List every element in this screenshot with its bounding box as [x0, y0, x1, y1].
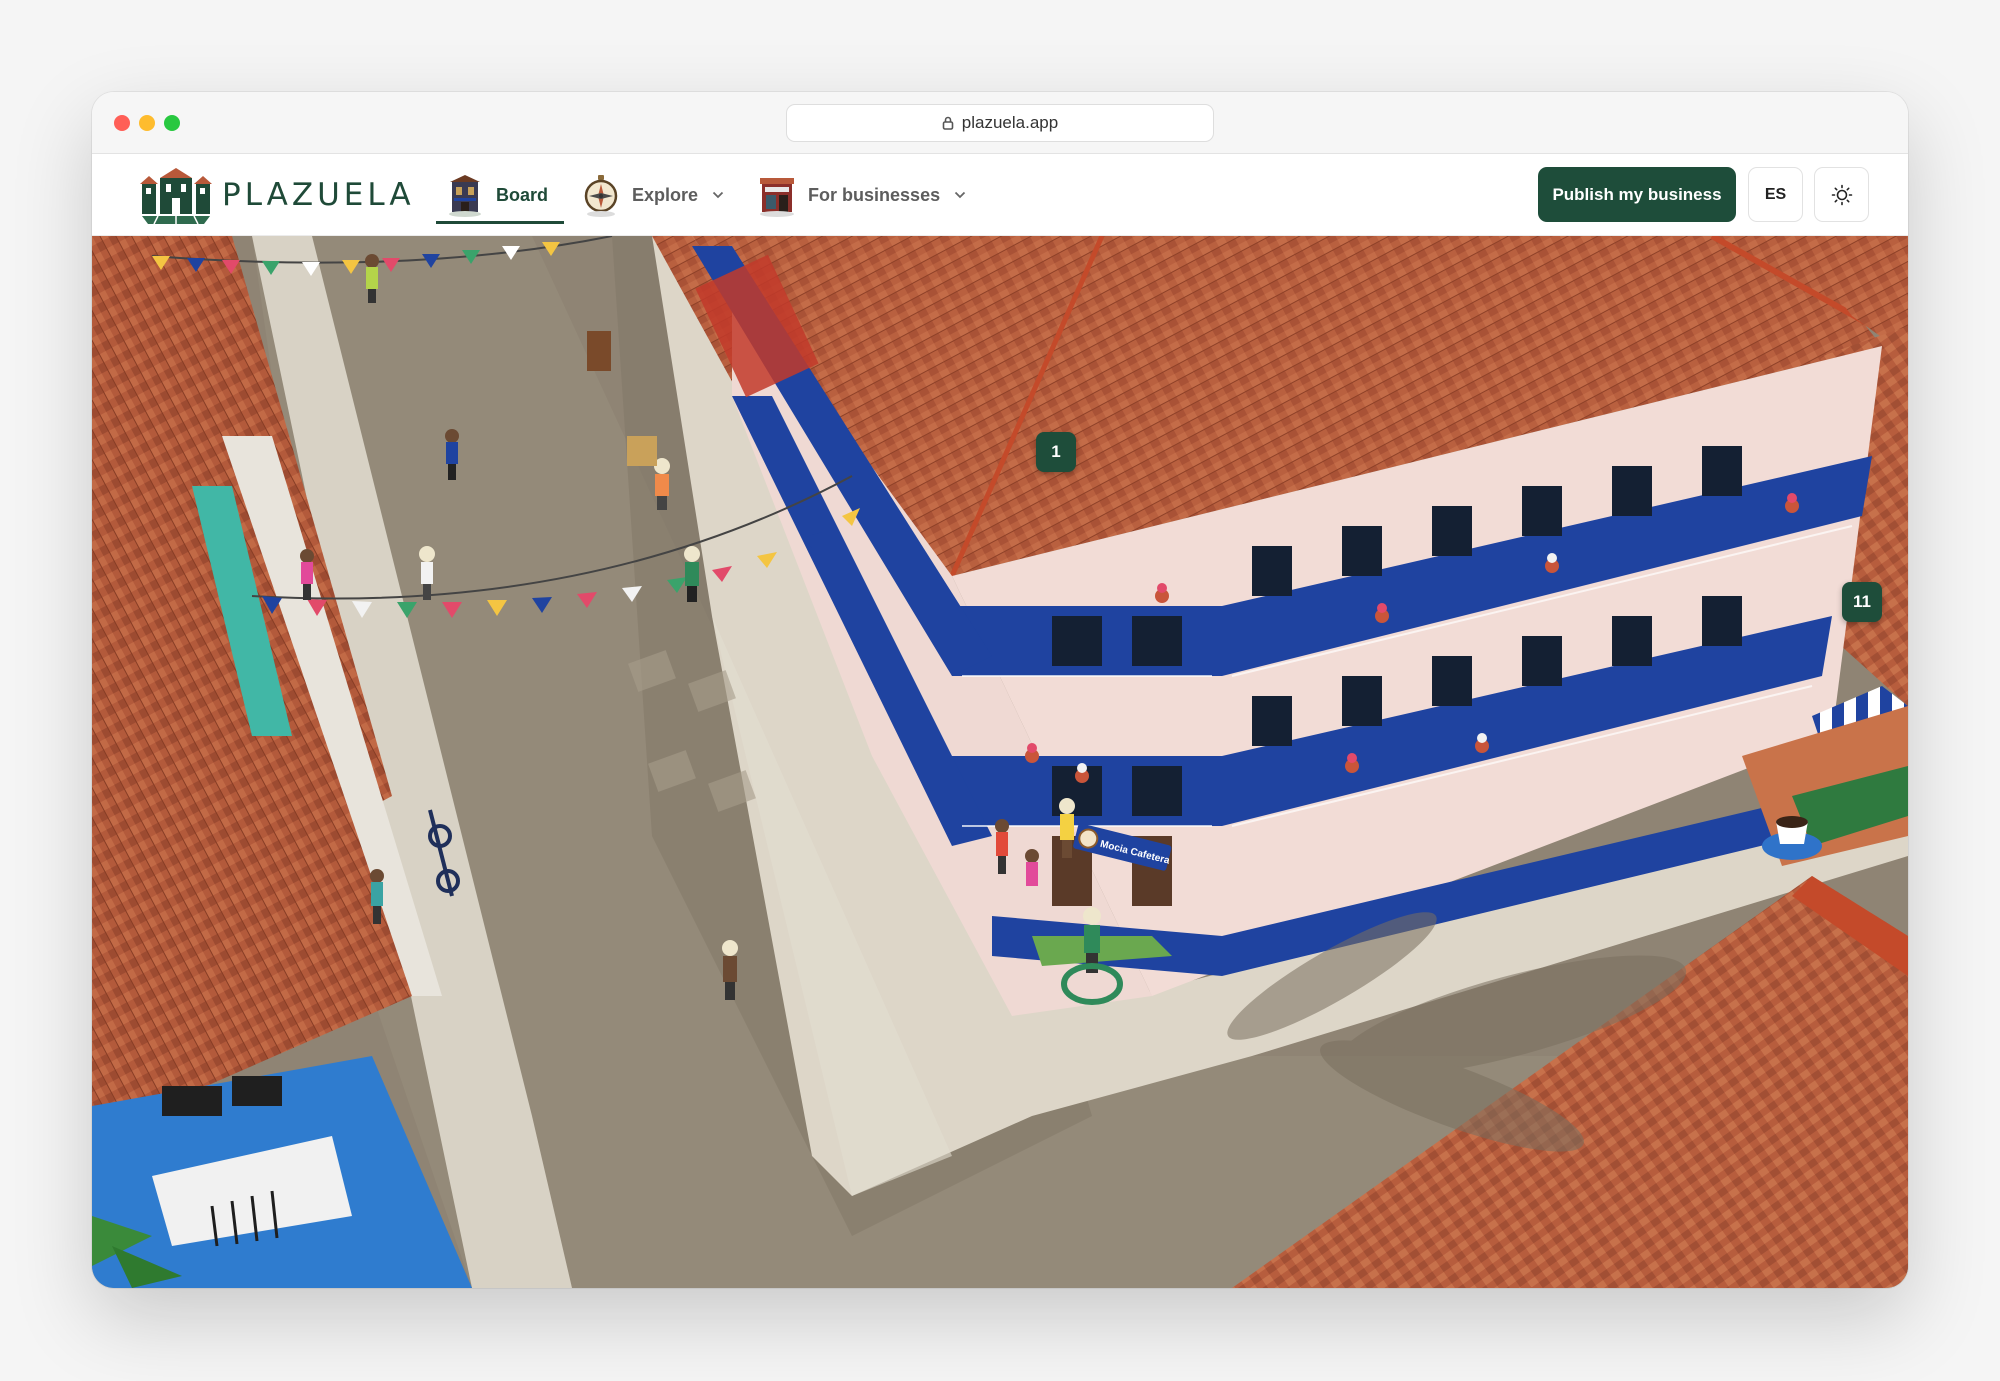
town-map-scene: Mocia Cafetera — [92, 236, 1908, 1288]
sun-icon — [1831, 184, 1852, 205]
storefront-icon — [760, 178, 795, 217]
map-marker-1[interactable]: 1 — [1036, 432, 1076, 472]
logo-text: PLAZUELA — [222, 177, 415, 213]
publish-business-button[interactable]: Publish my business — [1538, 167, 1736, 222]
nav-for-businesses[interactable]: For businesses — [740, 154, 982, 236]
browser-window: plazuela.app PLAZUELA Board Explore For … — [92, 92, 1908, 1288]
nav-board-label: Board — [496, 184, 549, 205]
map-marker-label: 1 — [1051, 442, 1061, 461]
app-header: PLAZUELA Board Explore For businesses Pu… — [92, 154, 1908, 236]
nav-explore-label: Explore — [632, 184, 699, 205]
maximize-window-button[interactable] — [164, 115, 180, 131]
nav-explore[interactable]: Explore — [564, 154, 740, 236]
close-window-button[interactable] — [114, 115, 130, 131]
browser-titlebar: plazuela.app — [92, 92, 1908, 154]
map-marker-label: 11 — [1853, 592, 1871, 611]
chevron-down-icon — [954, 191, 966, 199]
address-bar[interactable]: plazuela.app — [786, 104, 1214, 142]
compass-icon — [584, 175, 618, 217]
building-icon — [449, 175, 481, 217]
main-nav: Board Explore For businesses — [428, 154, 982, 236]
town-map-view[interactable]: Mocia Cafetera 1 11 — [92, 236, 1908, 1288]
plazuela-logo[interactable]: PLAZUELA — [138, 164, 415, 226]
minimize-window-button[interactable] — [139, 115, 155, 131]
language-toggle-button[interactable]: ES — [1748, 167, 1803, 222]
chevron-down-icon — [712, 191, 724, 199]
map-marker-11[interactable]: 11 — [1842, 582, 1882, 622]
nav-board[interactable]: Board — [428, 154, 565, 236]
plazuela-logo-icon — [140, 168, 212, 225]
theme-toggle-button[interactable] — [1814, 167, 1869, 222]
url-text: plazuela.app — [961, 113, 1059, 132]
lock-icon — [942, 116, 954, 130]
nav-for-businesses-label: For businesses — [808, 184, 941, 205]
